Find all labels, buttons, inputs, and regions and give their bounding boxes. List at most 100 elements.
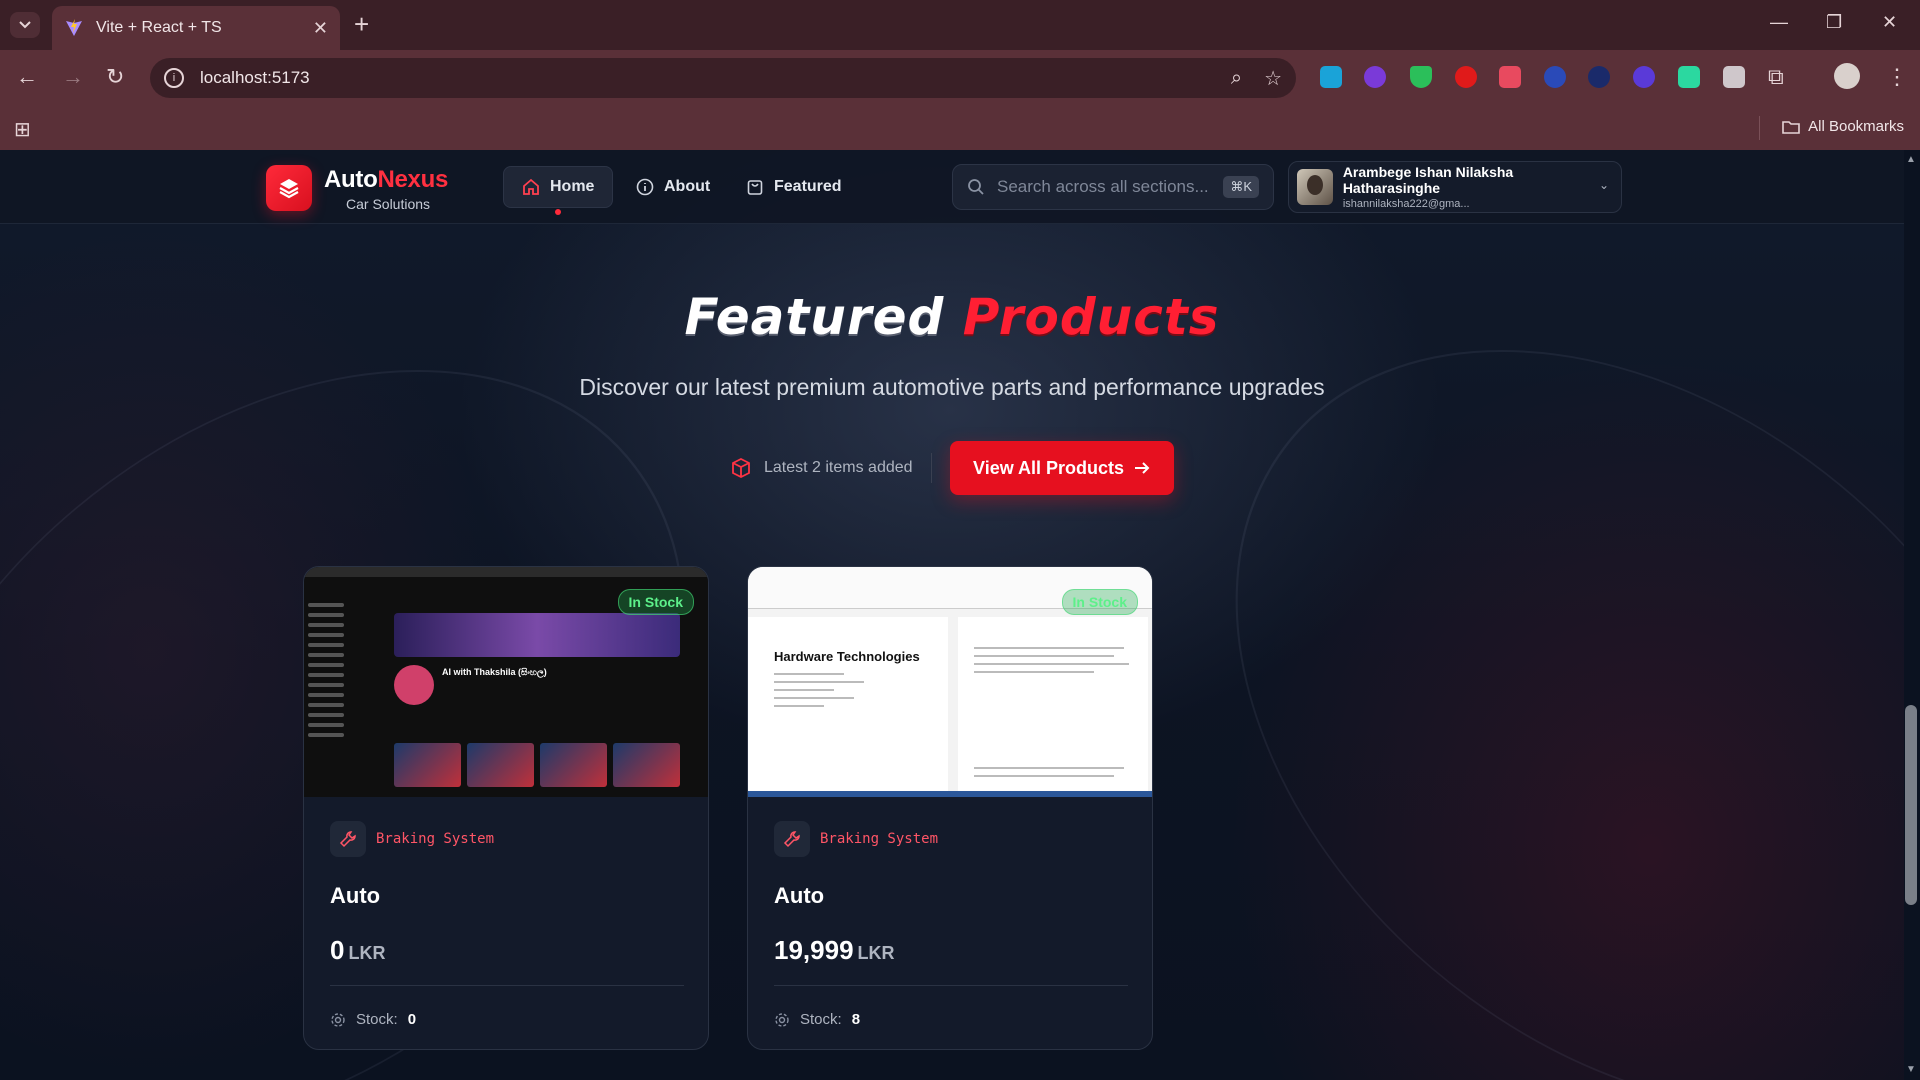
folder-icon — [1782, 120, 1800, 134]
category-label: Braking System — [376, 831, 495, 847]
forward-icon[interactable]: → — [62, 64, 84, 90]
title-word-featured: Featured — [684, 288, 945, 346]
thumb-document-heading: Hardware Technologies — [774, 649, 920, 664]
tab-search-button[interactable] — [10, 12, 40, 38]
document-extension-icon[interactable] — [1723, 66, 1745, 88]
brand[interactable]: AutoNexus Car Solutions — [324, 166, 448, 212]
nav-about[interactable]: About — [618, 166, 728, 208]
reload-icon[interactable]: ↻ — [106, 64, 124, 90]
search-placeholder: Search across all sections... — [997, 177, 1209, 196]
extension-icon[interactable] — [1455, 66, 1477, 88]
vite-favicon-icon — [66, 19, 82, 36]
url-text: localhost:5173 — [200, 68, 310, 87]
restore-icon[interactable]: ❐ — [1826, 12, 1842, 33]
page-title: Featured Products — [0, 288, 1904, 346]
shopping-bag-icon — [747, 180, 763, 195]
extension-icon[interactable] — [1588, 66, 1610, 88]
apps-grid-icon[interactable]: ⊞ — [14, 117, 31, 142]
stock-info: Stock: 8 — [774, 1011, 860, 1028]
search-icon — [968, 179, 984, 195]
nav-featured[interactable]: Featured — [728, 166, 860, 208]
hero-actions: Latest 2 items added View All Products — [730, 441, 1174, 495]
page-scrollbar[interactable] — [1904, 150, 1920, 1080]
close-tab-icon[interactable]: ✕ — [313, 18, 328, 39]
site-search-input[interactable]: Search across all sections... ⌘K — [952, 164, 1274, 210]
back-icon[interactable]: ← — [16, 64, 38, 90]
new-tab-button[interactable]: + — [354, 11, 369, 37]
profile-avatar[interactable] — [1834, 63, 1860, 89]
status-badge: In Stock — [1061, 589, 1138, 615]
gear-icon — [331, 1012, 345, 1027]
zoom-icon[interactable]: ⌕ — [1231, 67, 1242, 90]
product-category: Braking System — [330, 821, 494, 857]
extension-icon[interactable] — [1364, 66, 1386, 88]
layers-logo-icon — [279, 179, 299, 199]
gear-icon — [775, 1012, 789, 1027]
logo[interactable] — [266, 165, 312, 211]
divider — [774, 985, 1128, 986]
wrench-icon — [330, 821, 366, 857]
background-decoration — [1121, 350, 1904, 1080]
category-label: Braking System — [820, 831, 939, 847]
brand-name-auto: Auto — [324, 166, 378, 193]
minimize-icon[interactable]: — — [1770, 12, 1788, 33]
site-info-icon[interactable]: i — [164, 68, 184, 88]
product-name: Auto — [774, 883, 825, 908]
pocket-extension-icon[interactable] — [1499, 66, 1521, 88]
browser-tab[interactable]: Vite + React + TS ✕ — [52, 6, 340, 50]
brand-name: AutoNexus — [324, 166, 448, 194]
product-name: Auto — [330, 883, 381, 908]
product-category: Braking System — [774, 821, 938, 857]
search-shortcut-badge: ⌘K — [1223, 176, 1259, 198]
title-word-products: Products — [962, 288, 1220, 346]
brand-tagline: Car Solutions — [346, 196, 431, 212]
product-price: 0 LKR — [330, 935, 385, 966]
brand-name-nexus: Nexus — [377, 166, 448, 193]
status-badge: In Stock — [617, 589, 694, 615]
scroll-up-icon[interactable]: ▲ — [1905, 154, 1917, 165]
info-icon — [636, 178, 654, 196]
address-bar[interactable]: i localhost:5173 ⌕ ☆ — [150, 58, 1296, 98]
stock-value: 8 — [851, 1011, 861, 1028]
nav-featured-label: Featured — [774, 178, 842, 195]
stock-label: Stock: — [800, 1011, 842, 1028]
user-menu[interactable]: Arambege Ishan Nilaksha Hatharasinghe is… — [1288, 161, 1622, 213]
window-close-icon[interactable]: ✕ — [1882, 12, 1897, 33]
active-nav-indicator — [555, 209, 561, 215]
product-card[interactable]: Hardware Technologies In Stock Braking S — [747, 566, 1153, 1050]
more-menu-icon[interactable]: ⋮ — [1886, 64, 1908, 90]
divider — [930, 453, 932, 483]
nav-about-label: About — [664, 178, 711, 195]
price-currency: LKR — [857, 943, 895, 963]
page-subtitle: Discover our latest premium automotive p… — [579, 374, 1325, 400]
user-email: ishannilaksha222@gma... — [1342, 198, 1470, 210]
nav-home-label: Home — [550, 178, 595, 195]
all-bookmarks-button[interactable]: All Bookmarks — [1782, 118, 1904, 135]
tab-title: Vite + React + TS — [96, 19, 222, 36]
wrench-icon — [774, 821, 810, 857]
browser-tab-strip: Vite + React + TS ✕ + — ❐ ✕ — [0, 0, 1920, 50]
extension-icon[interactable] — [1678, 66, 1700, 88]
bookmark-star-icon[interactable]: ☆ — [1264, 66, 1282, 91]
scrollbar-thumb[interactable] — [1905, 705, 1917, 905]
user-name: Arambege Ishan Nilaksha Hatharasinghe — [1342, 164, 1514, 196]
stock-label: Stock: — [356, 1011, 398, 1028]
avatar — [1297, 169, 1333, 205]
extension-icon[interactable] — [1544, 66, 1566, 88]
nav-home[interactable]: Home — [503, 166, 614, 208]
view-all-products-button[interactable]: View All Products — [949, 441, 1174, 495]
browser-toolbar: ← → ↻ i localhost:5173 ⌕ ☆ ⧉ ⋮ — [0, 50, 1920, 106]
extensions-puzzle-icon[interactable]: ⧉ — [1768, 64, 1784, 90]
price-amount: 19,999 — [774, 935, 854, 965]
arrow-right-icon — [1135, 462, 1150, 474]
extension-icon[interactable] — [1633, 66, 1655, 88]
bookmarks-divider — [1759, 116, 1760, 140]
shield-extension-icon[interactable] — [1410, 66, 1432, 88]
scroll-down-icon[interactable]: ▼ — [1905, 1064, 1917, 1075]
price-currency: LKR — [348, 943, 386, 963]
price-amount: 0 — [330, 935, 345, 965]
product-card[interactable]: AI with Thakshila (සිංහල) In Stock Braki… — [303, 566, 709, 1050]
page-viewport: AutoNexus Car Solutions Home About Featu… — [0, 150, 1904, 1080]
extension-icon[interactable] — [1320, 66, 1342, 88]
product-image: Hardware Technologies In Stock — [748, 567, 1152, 797]
